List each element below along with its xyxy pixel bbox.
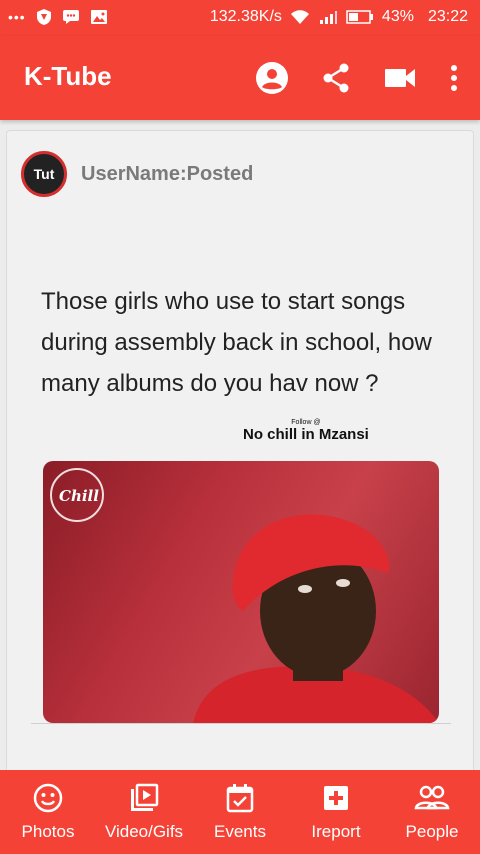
notification-icons: •••	[8, 8, 108, 26]
smiley-icon	[33, 783, 63, 813]
people-icon	[414, 785, 450, 810]
status-bar: ••• 132.38K/s 43% 23:22	[0, 0, 480, 36]
app-bar: K-Tube	[0, 36, 480, 120]
watermark-logo: Chill	[59, 487, 99, 505]
meme-caption: Those girls who use to start songs durin…	[41, 288, 432, 397]
share-icon[interactable]	[316, 58, 356, 98]
more-vert-icon[interactable]	[444, 58, 464, 98]
nav-ireport-label: Ireport	[311, 822, 361, 841]
system-status: 132.38K/s 43% 23:22	[210, 8, 468, 26]
nav-events[interactable]: Events	[192, 770, 288, 854]
calendar-icon	[226, 784, 254, 813]
nav-video-gifs-label: Video/Gifs	[104, 822, 184, 841]
avatar-text: Tut	[33, 166, 55, 182]
nav-people[interactable]: People	[384, 770, 480, 854]
post-header: Tut UserName:Posted	[21, 151, 253, 197]
clock: 23:22	[427, 8, 468, 25]
follow-label: Follow @	[291, 419, 321, 426]
account-icon[interactable]	[252, 58, 292, 98]
app-title: K-Tube	[24, 61, 112, 91]
network-speed: 132.38K/s	[209, 8, 282, 25]
shield-icon	[36, 9, 51, 25]
post-card[interactable]: Tut UserName:Posted Those girls who use …	[6, 130, 474, 790]
nav-photos[interactable]: Photos	[0, 770, 96, 854]
nav-events-label: Events	[214, 822, 266, 841]
battery-icon	[346, 10, 373, 24]
app-bar-actions	[252, 58, 464, 98]
follow-handle: No chill in Mzansi	[243, 426, 369, 443]
message-icon	[62, 10, 79, 24]
post-image-art: Chill	[50, 468, 439, 723]
image-icon	[90, 10, 107, 24]
post-image[interactable]: Chill	[43, 461, 439, 723]
meme-credit: Follow @ No chill in Mzansi	[243, 419, 369, 443]
avatar[interactable]: Tut	[21, 151, 67, 197]
signal-icon	[319, 11, 337, 24]
nav-ireport[interactable]: Ireport	[288, 770, 384, 854]
wifi-icon	[290, 10, 309, 24]
more-notifications-icon: •••	[8, 9, 26, 25]
bottom-navigation: Photos Video/Gifs Events Ireport People	[0, 770, 480, 854]
nav-video-gifs[interactable]: Video/Gifs	[96, 770, 192, 854]
video-library-icon	[131, 783, 159, 811]
username[interactable]: UserName:Posted	[81, 163, 253, 186]
video-camera-icon[interactable]	[380, 58, 420, 98]
card-divider	[31, 723, 451, 724]
nav-people-label: People	[405, 822, 459, 841]
battery-level: 43%	[381, 8, 414, 25]
nav-photos-label: Photos	[21, 822, 75, 841]
add-box-icon	[324, 786, 348, 810]
